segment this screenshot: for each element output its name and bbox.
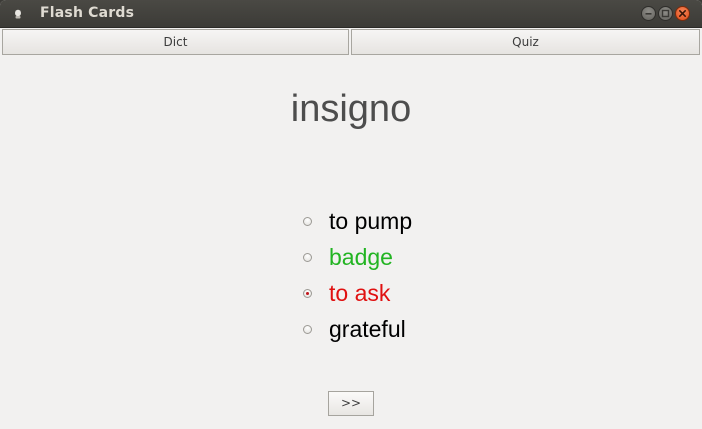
radio-icon[interactable]	[303, 253, 312, 262]
maximize-button[interactable]	[658, 6, 673, 21]
answer-option[interactable]: badge	[300, 240, 500, 276]
next-button[interactable]: >>	[328, 391, 374, 416]
answer-label[interactable]: badge	[329, 244, 393, 271]
answer-label[interactable]: to pump	[329, 208, 412, 235]
answer-label[interactable]: to ask	[329, 280, 390, 307]
close-icon	[679, 10, 686, 17]
maximize-icon	[661, 9, 670, 18]
close-button[interactable]	[675, 6, 690, 21]
radio-selected-dot	[306, 292, 309, 295]
answer-option[interactable]: grateful	[300, 312, 500, 348]
tab-bar: Dict Quiz	[2, 29, 700, 55]
minimize-icon	[645, 13, 652, 15]
answer-option[interactable]: to ask	[300, 276, 500, 312]
app-icon	[15, 9, 21, 19]
minimize-button[interactable]	[641, 6, 656, 21]
radio-icon[interactable]	[303, 325, 312, 334]
window-title: Flash Cards	[40, 5, 135, 21]
tab-dict[interactable]: Dict	[2, 29, 349, 55]
answer-option[interactable]: to pump	[300, 204, 500, 240]
radio-icon[interactable]	[303, 217, 312, 226]
title-bar[interactable]: Flash Cards	[0, 0, 702, 28]
answer-options: to pump badge to ask grateful	[300, 204, 500, 348]
radio-icon[interactable]	[303, 289, 312, 298]
answer-label[interactable]: grateful	[329, 316, 406, 343]
flash-cards-window: Flash Cards Dict Quiz insigno to pump ba…	[0, 0, 702, 429]
quiz-word: insigno	[290, 88, 412, 130]
tab-quiz[interactable]: Quiz	[351, 29, 700, 55]
